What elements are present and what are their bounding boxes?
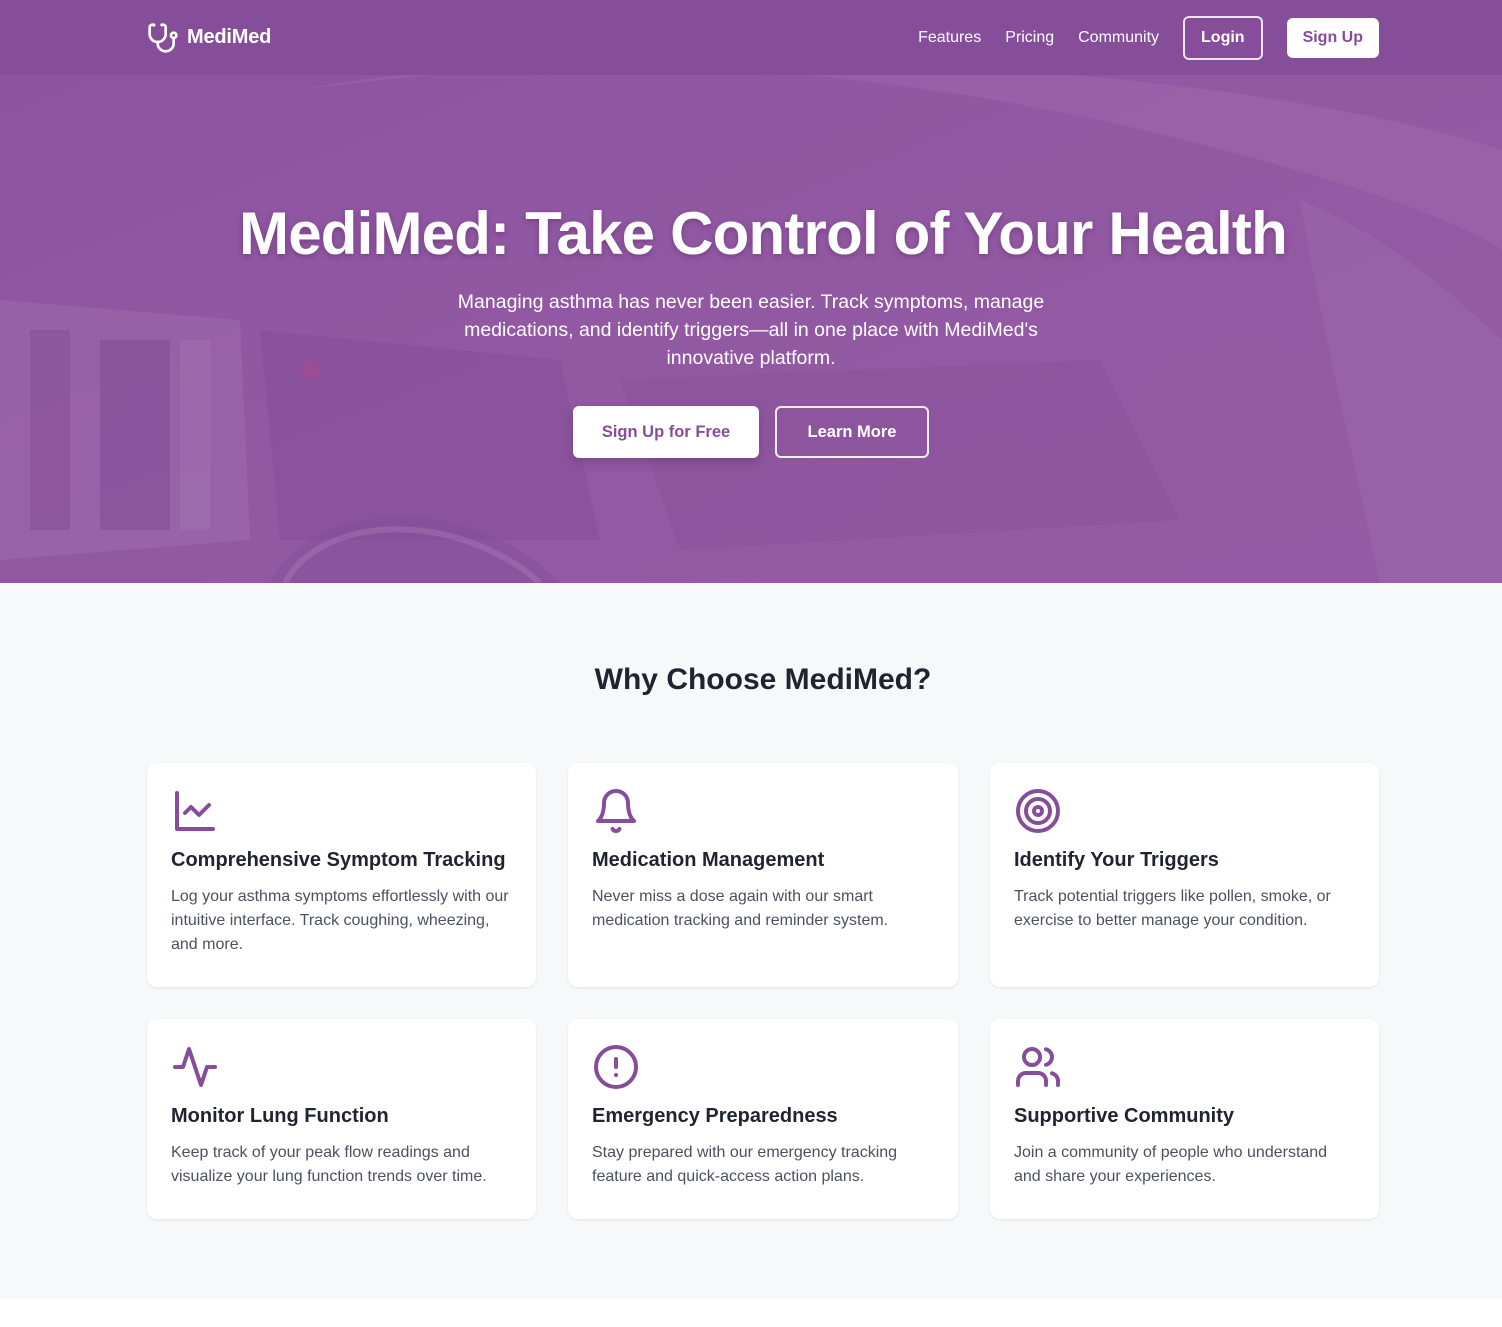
feature-description: Stay prepared with our emergency trackin… [592,1144,898,1185]
login-button[interactable]: Login [1183,15,1263,60]
nav-link-features[interactable]: Features [918,29,981,47]
hero-subtitle: Managing asthma has never been easier. T… [457,291,1045,369]
page-bottom [0,1299,1502,1327]
nav-links: Features Pricing Community Login Sign Up [918,15,1379,60]
feature-card-emergency: Emergency Preparedness Stay prepared wit… [568,1019,958,1219]
alert-circle-icon [592,1043,640,1091]
feature-title: Supportive Community [1014,1105,1235,1127]
users-icon [1014,1043,1062,1091]
top-navbar: MediMed Features Pricing Community Login… [0,0,1502,75]
feature-card-symptom-tracking: Comprehensive Symptom Tracking Log your … [147,763,536,987]
feature-description: Join a community of people who understan… [1014,1144,1328,1185]
feature-title: Comprehensive Symptom Tracking [171,849,506,871]
hero-content: MediMed: Take Control of Your Health Man… [0,75,1502,583]
signup-button[interactable]: Sign Up [1286,17,1379,58]
feature-description: Track potential triggers like pollen, sm… [1014,888,1331,929]
feature-card-community: Supportive Community Join a community of… [990,1019,1379,1219]
feature-card-medication: Medication Management Never miss a dose … [568,763,958,987]
nav-link-community[interactable]: Community [1078,29,1159,47]
bell-icon [592,787,640,835]
features-title: Why Choose MediMed? [594,663,932,696]
feature-title: Identify Your Triggers [1014,849,1219,871]
feature-description: Keep track of your peak flow readings an… [171,1144,487,1185]
target-icon [1014,787,1062,835]
feature-title: Emergency Preparedness [592,1105,838,1127]
brand-name: MediMed [187,26,272,48]
feature-description: Never miss a dose again with our smart m… [592,888,889,929]
sign-up-free-button[interactable]: Sign Up for Free [573,406,759,458]
feature-card-lung-function: Monitor Lung Function Keep track of your… [147,1019,536,1219]
feature-card-triggers: Identify Your Triggers Track potential t… [990,763,1379,987]
feature-title: Medication Management [592,849,825,871]
hero-buttons: Sign Up for Free Learn More [573,406,929,458]
hero-section: MediMed: Take Control of Your Health Man… [0,0,1502,583]
stethoscope-icon [147,22,179,54]
brand-logo[interactable]: MediMed [147,22,271,54]
line-chart-icon [171,787,219,835]
feature-title: Monitor Lung Function [171,1105,389,1127]
activity-icon [171,1043,219,1091]
nav-link-pricing[interactable]: Pricing [1005,29,1054,47]
features-section: Why Choose MediMed? Comprehensive Sympto… [0,583,1502,1299]
learn-more-button[interactable]: Learn More [775,406,929,458]
feature-description: Log your asthma symptoms effortlessly wi… [171,888,509,953]
hero-title: MediMed: Take Control of Your Health [239,200,1288,267]
